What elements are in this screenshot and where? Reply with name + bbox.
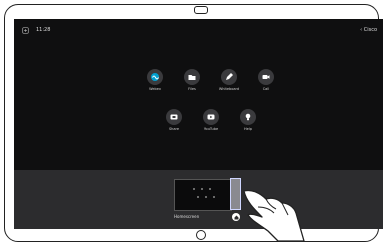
thumb-dot (213, 196, 215, 198)
app-label: Help (244, 127, 252, 131)
thumb-dot (209, 188, 211, 190)
app-help[interactable]: Help (223, 109, 273, 132)
app-call[interactable]: Call (241, 69, 291, 92)
thumb-dot (197, 196, 199, 198)
app-label: Call (262, 87, 270, 91)
status-right-label: Cisco (363, 27, 377, 33)
thumb-dot (205, 196, 207, 198)
thumb-dot (193, 188, 195, 190)
webex-icon (147, 69, 163, 85)
status-icon (22, 27, 29, 34)
camera-icon (258, 69, 274, 85)
pencil-icon (221, 69, 237, 85)
thumb-dot (201, 188, 203, 190)
camera-notch (194, 6, 208, 14)
hand-gesture-illustration (238, 185, 308, 247)
folder-icon (184, 69, 200, 85)
tray-label: Homescreen (174, 214, 200, 219)
homescreen-thumbnail[interactable] (174, 179, 232, 211)
play-icon (203, 109, 219, 125)
lightbulb-icon (240, 109, 256, 125)
screen: 11:28 ‹ Cisco Webex Files Whiteboard Cal… (14, 19, 383, 229)
share-icon (166, 109, 182, 125)
status-time: 11:28 (36, 27, 51, 33)
hardware-home-button[interactable] (196, 230, 206, 240)
app-tray: Homescreen (14, 170, 383, 229)
status-device-name[interactable]: ‹ Cisco (360, 27, 377, 33)
